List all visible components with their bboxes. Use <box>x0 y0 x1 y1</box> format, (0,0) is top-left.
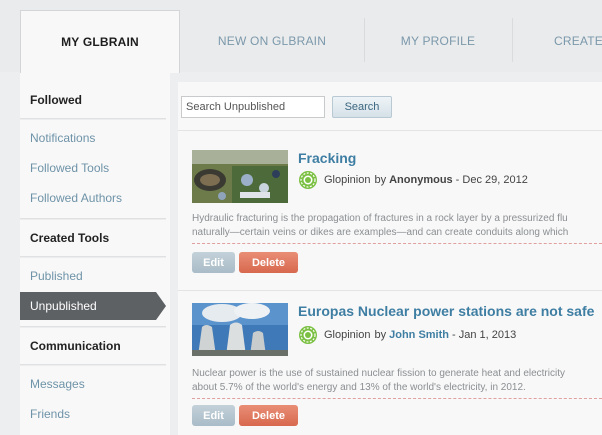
tool-list-item: Europas Nuclear power stations are not s… <box>178 303 602 433</box>
sidebar-divider <box>20 118 166 120</box>
item-description-line1: Nuclear power is the use of sustained nu… <box>192 368 565 379</box>
nuclear-plant-thumbnail[interactable] <box>192 303 288 356</box>
item-description-line2: naturally—certain veins or dikes are exa… <box>192 227 569 238</box>
sidebar-heading-created-tools: Created Tools <box>30 231 110 245</box>
sidebar-item-friends[interactable]: Friends <box>20 400 166 428</box>
item-description-line1: Hydraulic fracturing is the propagation … <box>192 213 568 224</box>
sidebar-item-followed-tools[interactable]: Followed Tools <box>20 154 166 182</box>
glopinion-badge-icon <box>299 171 317 189</box>
edit-button[interactable]: Edit <box>192 252 235 273</box>
search-separator <box>178 130 602 131</box>
item-by: by <box>374 329 387 341</box>
sidebar-item-messages[interactable]: Messages <box>20 370 166 398</box>
top-navigation: MY GLBRAIN NEW ON GLBRAIN MY PROFILE CRE… <box>0 0 602 73</box>
glopinion-badge-icon <box>299 326 317 344</box>
search-input[interactable] <box>181 96 325 118</box>
sidebar-item-unpublished[interactable]: Unpublished <box>20 292 166 320</box>
item-tool-type: Glopinion <box>324 329 371 341</box>
search-button[interactable]: Search <box>332 96 392 118</box>
item-meta: Glopinion by John Smith - Jan 1, 2013 <box>298 325 516 345</box>
item-title[interactable]: Europas Nuclear power stations are not s… <box>298 303 594 319</box>
item-author[interactable]: Anonymous <box>389 174 453 186</box>
tab-new-on-glbrain[interactable]: NEW ON GLBRAIN <box>184 10 360 72</box>
item-date: - Dec 29, 2012 <box>455 174 528 186</box>
sidebar-heading-communication: Communication <box>30 339 121 353</box>
item-tool-type: Glopinion <box>324 174 371 186</box>
edit-button[interactable]: Edit <box>192 405 235 426</box>
tab-create[interactable]: CREATE G <box>540 10 602 72</box>
sidebar-item-published[interactable]: Published <box>20 262 166 290</box>
description-rule <box>192 243 602 244</box>
item-date: - Jan 1, 2013 <box>452 329 517 341</box>
sidebar-heading-followed: Followed <box>30 93 82 107</box>
tool-list-item: Fracking Glopinion by Anonymous - Dec 29… <box>178 150 602 280</box>
delete-button[interactable]: Delete <box>239 405 298 426</box>
item-meta: Glopinion by Anonymous - Dec 29, 2012 <box>298 170 528 190</box>
item-author[interactable]: John Smith <box>389 329 449 341</box>
description-rule <box>192 398 602 399</box>
tab-divider <box>512 18 513 62</box>
main-content: Search Fracking <box>178 82 602 435</box>
delete-button[interactable]: Delete <box>239 252 298 273</box>
item-separator <box>178 290 602 291</box>
page: MY GLBRAIN NEW ON GLBRAIN MY PROFILE CRE… <box>0 0 602 435</box>
item-description-line2: about 5.7% of the world's energy and 13%… <box>192 382 526 393</box>
tab-my-glbrain[interactable]: MY GLBRAIN <box>20 10 180 73</box>
sidebar-divider <box>20 256 166 258</box>
sidebar-divider <box>20 364 166 366</box>
tab-my-profile[interactable]: MY PROFILE <box>366 10 510 72</box>
sidebar-item-followed-authors[interactable]: Followed Authors <box>20 184 166 212</box>
item-by: by <box>374 174 387 186</box>
tab-divider <box>364 18 365 62</box>
sidebar: Followed Notifications Followed Tools Fo… <box>20 72 170 435</box>
fracking-thumbnail[interactable] <box>192 150 288 203</box>
sidebar-item-notifications[interactable]: Notifications <box>20 124 166 152</box>
item-title[interactable]: Fracking <box>298 150 356 166</box>
